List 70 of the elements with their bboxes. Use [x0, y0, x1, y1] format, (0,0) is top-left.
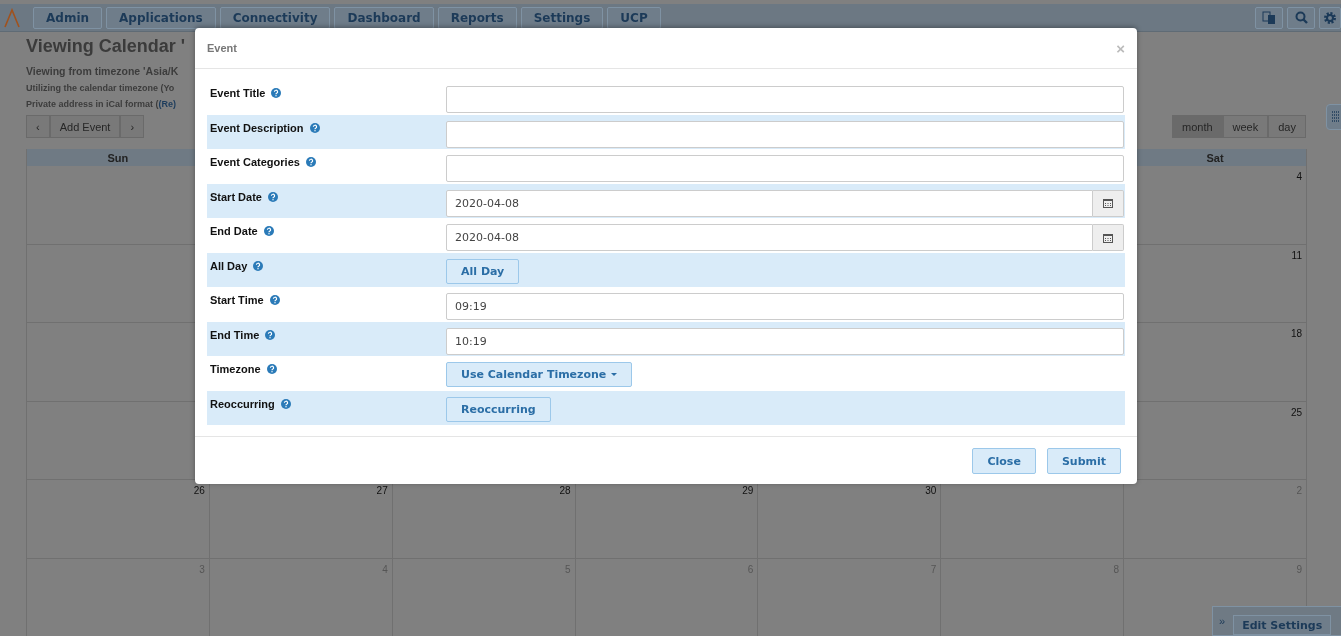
toggle-button[interactable]: Reoccurring: [446, 396, 551, 422]
help-icon[interactable]: [309, 122, 320, 133]
translate-icon[interactable]: [1255, 6, 1283, 29]
help-icon[interactable]: [266, 364, 277, 374]
info-text: Utilizing the calendar timezone (Yo: [26, 83, 175, 93]
day-number: 28: [559, 485, 571, 496]
text-input-field[interactable]: [446, 155, 1124, 182]
nav-menu-button[interactable]: Settings: [520, 6, 604, 29]
field-label: Timezone: [210, 363, 261, 375]
calendar-icon[interactable]: [1093, 189, 1124, 217]
weekday-label: Sat: [1206, 151, 1224, 164]
text-input-field[interactable]: 10:19: [446, 327, 1124, 355]
search-icon[interactable]: [1287, 6, 1315, 29]
field-label: All Day: [210, 259, 248, 272]
list-icon[interactable]: [1326, 104, 1341, 130]
day-number: 30: [925, 485, 937, 496]
next-button[interactable]: ›: [120, 115, 145, 138]
expand-icon[interactable]: »: [1219, 615, 1226, 627]
nav-menu-button[interactable]: Reports: [437, 6, 517, 29]
field-label: Event Title: [210, 87, 266, 99]
toggle-button[interactable]: All Day: [446, 258, 520, 284]
help-icon[interactable]: [271, 88, 282, 98]
field-label: Event Categories: [210, 156, 300, 168]
day-number: 11: [1291, 249, 1302, 261]
day-number: 29: [742, 485, 754, 496]
help-icon[interactable]: [269, 295, 280, 305]
settings-icon[interactable]: [1319, 6, 1341, 29]
date-input-field[interactable]: 2020-04-08: [446, 189, 1093, 217]
dialog-title: Event: [207, 42, 237, 54]
help-icon[interactable]: [265, 329, 276, 340]
day-number: 25: [1290, 406, 1302, 418]
info-text: Private address in iCal format (: [26, 99, 159, 109]
timezone-dropdown[interactable]: Use Calendar Timezone: [446, 362, 633, 387]
edit-settings-button[interactable]: Edit Settings: [1233, 615, 1332, 635]
nav-menu-button[interactable]: Applications: [106, 6, 216, 29]
caret-icon: [611, 372, 618, 377]
help-icon[interactable]: [253, 260, 264, 271]
text-input-field[interactable]: 09:19: [446, 293, 1124, 320]
close-button[interactable]: Close: [972, 448, 1036, 474]
weekday-label: Sun: [107, 151, 129, 164]
day-number: 27: [376, 485, 388, 496]
day-number: 18: [1290, 328, 1302, 339]
page-title: Viewing Calendar ': [26, 36, 185, 58]
previous-button[interactable]: ‹: [26, 115, 50, 138]
field-label: Reoccurring: [210, 397, 275, 410]
view-tab[interactable]: day: [1268, 115, 1306, 138]
nav-menu-button[interactable]: UCP: [607, 6, 661, 29]
text-input-field[interactable]: [446, 86, 1124, 113]
help-icon[interactable]: [267, 191, 278, 202]
submit-button[interactable]: Submit: [1046, 448, 1121, 474]
add-event-button[interactable]: Add Event: [49, 115, 121, 138]
date-input-field[interactable]: 2020-04-08: [446, 224, 1093, 251]
view-tab[interactable]: month: [1172, 115, 1223, 138]
help-icon[interactable]: [280, 398, 291, 409]
view-tab[interactable]: week: [1222, 115, 1269, 138]
field-label: Start Time: [210, 294, 264, 306]
day-number: 4: [1296, 171, 1302, 182]
nav-menu-button[interactable]: Dashboard: [334, 6, 434, 29]
calendar-icon[interactable]: [1093, 224, 1124, 251]
field-label: End Date: [210, 225, 258, 237]
help-icon[interactable]: [263, 226, 274, 236]
field-label: Start Date: [210, 190, 262, 203]
field-label: Event Description: [210, 121, 304, 134]
info-text: Viewing from timezone 'Asia/K: [26, 65, 179, 77]
field-label: End Time: [210, 328, 260, 341]
text-input-field[interactable]: [446, 120, 1124, 148]
nav-menu-button[interactable]: Admin: [33, 6, 103, 29]
help-icon[interactable]: [305, 157, 316, 167]
nav-menu-button[interactable]: Connectivity: [219, 6, 331, 29]
day-number: 26: [193, 485, 205, 496]
